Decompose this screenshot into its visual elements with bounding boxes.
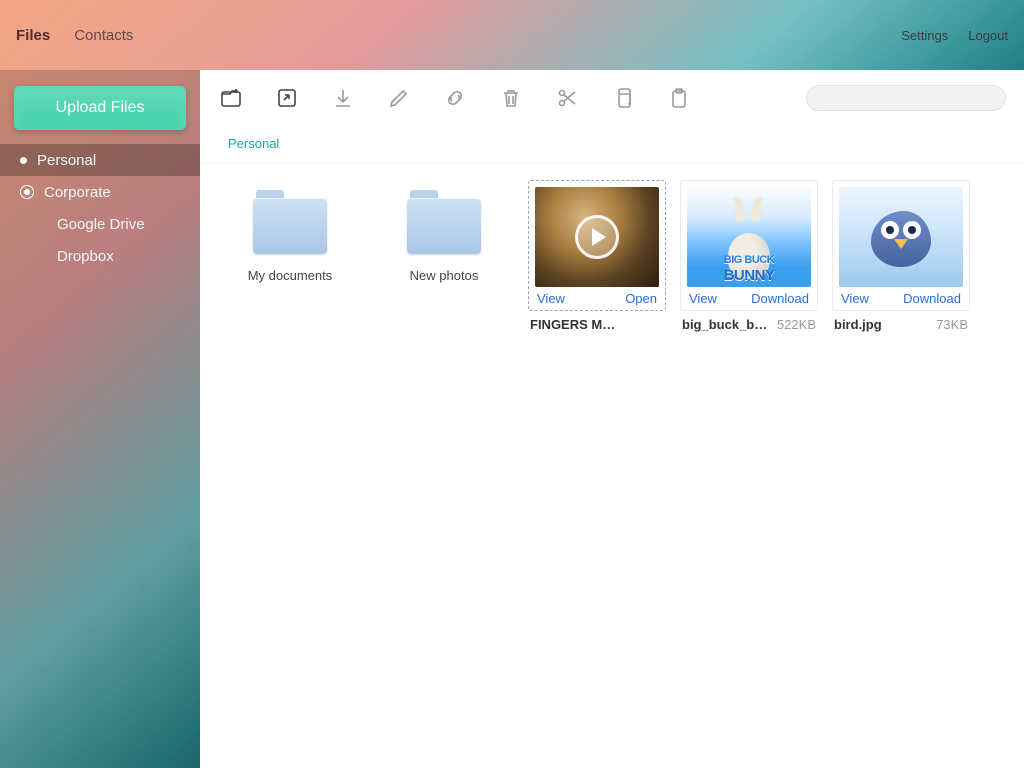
new-folder-button[interactable] (218, 85, 244, 111)
folder-item[interactable]: New photos (374, 180, 514, 283)
sidebar-item-label: Corporate (44, 184, 111, 201)
file-name: big_buck_bu… (682, 317, 770, 332)
view-link[interactable]: View (689, 291, 717, 306)
sidebar: Upload Files Personal Corporate Google D… (0, 70, 200, 768)
folder-icon (253, 198, 327, 254)
share-icon (275, 86, 299, 110)
pencil-icon (387, 86, 411, 110)
file-card[interactable]: View Open (528, 180, 666, 311)
folder-name: My documents (220, 268, 360, 283)
search-input[interactable] (823, 90, 999, 105)
sidebar-item-label: Dropbox (57, 248, 114, 265)
breadcrumb-item[interactable]: Personal (228, 136, 279, 151)
settings-link[interactable]: Settings (901, 28, 948, 43)
open-link[interactable]: Open (625, 291, 657, 306)
rename-button[interactable] (386, 85, 412, 111)
copy-button[interactable] (610, 85, 636, 111)
file-size: 522KB (777, 317, 816, 332)
main-panel: Personal My documents New photos (200, 70, 1024, 768)
share-button[interactable] (274, 85, 300, 111)
new-folder-icon (219, 86, 243, 110)
bullet-icon (20, 157, 27, 164)
view-link[interactable]: View (537, 291, 565, 306)
folder-item[interactable]: My documents (220, 180, 360, 283)
file-size: 73KB (936, 317, 968, 332)
view-link[interactable]: View (841, 291, 869, 306)
thumbnail (535, 187, 659, 287)
folder-icon (407, 198, 481, 254)
file-card[interactable]: View Download (832, 180, 970, 311)
copy-icon (611, 86, 635, 110)
link-button[interactable] (442, 85, 468, 111)
download-link[interactable]: Download (903, 291, 961, 306)
download-link[interactable]: Download (751, 291, 809, 306)
cut-button[interactable] (554, 85, 580, 111)
sidebar-item-label: Google Drive (57, 216, 145, 233)
sidebar-item-google-drive[interactable]: Google Drive (0, 208, 200, 240)
folder-name: New photos (374, 268, 514, 283)
radio-icon (20, 185, 34, 199)
scissors-icon (555, 86, 579, 110)
search-box[interactable] (806, 85, 1006, 111)
sidebar-item-corporate[interactable]: Corporate (0, 176, 200, 208)
file-grid: My documents New photos View Open (200, 164, 1024, 348)
play-icon (575, 215, 619, 259)
download-icon (331, 86, 355, 110)
link-icon (443, 86, 467, 110)
thumbnail (839, 187, 963, 287)
thumbnail: BIG BUCKBUNNY (687, 187, 811, 287)
top-nav: Files Contacts Settings Logout (0, 0, 1024, 70)
clipboard-icon (667, 86, 691, 110)
sidebar-item-personal[interactable]: Personal (0, 144, 200, 176)
trash-icon (499, 86, 523, 110)
breadcrumb: Personal (200, 126, 1024, 164)
file-card[interactable]: BIG BUCKBUNNY View Download (680, 180, 818, 311)
sidebar-item-dropbox[interactable]: Dropbox (0, 240, 200, 272)
delete-button[interactable] (498, 85, 524, 111)
upload-files-button[interactable]: Upload Files (14, 86, 186, 130)
file-name: bird.jpg (834, 317, 882, 332)
paste-button[interactable] (666, 85, 692, 111)
sidebar-item-label: Personal (37, 152, 96, 169)
tab-contacts[interactable]: Contacts (74, 27, 133, 44)
tab-files[interactable]: Files (16, 27, 50, 44)
toolbar (200, 70, 1024, 126)
file-name: FINGERS Mitchell C… (530, 317, 618, 332)
download-button[interactable] (330, 85, 356, 111)
logout-link[interactable]: Logout (968, 28, 1008, 43)
